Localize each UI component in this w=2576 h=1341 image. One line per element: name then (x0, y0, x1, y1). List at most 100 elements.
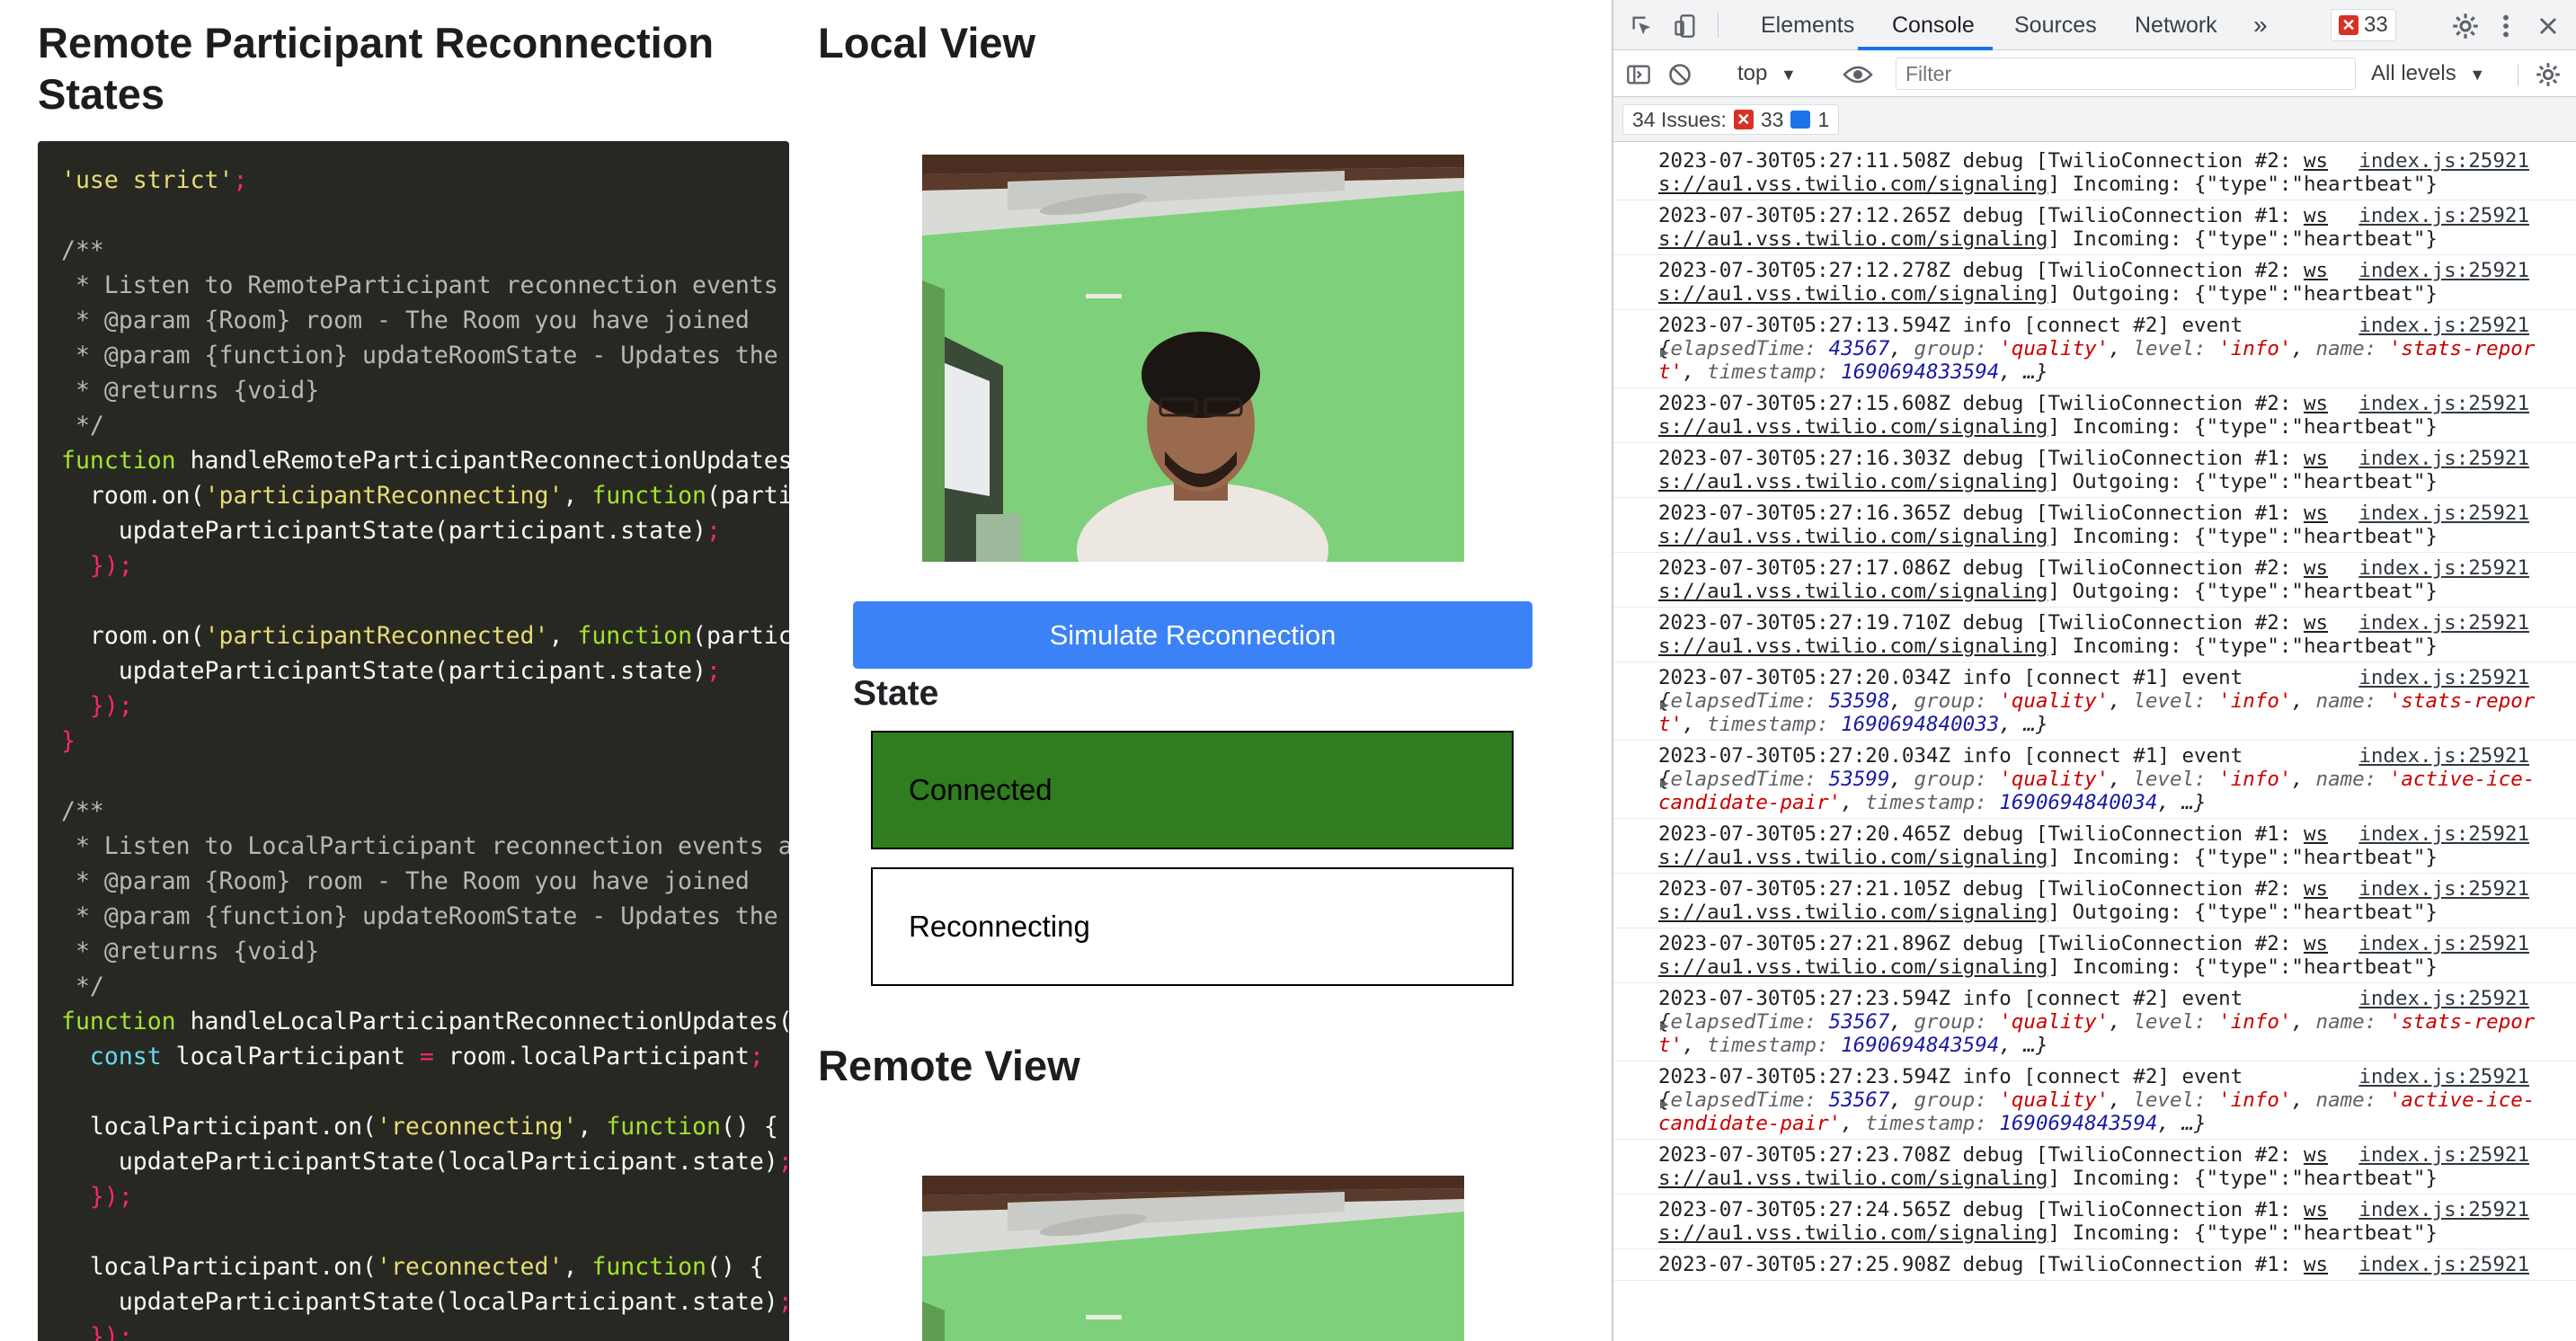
console-line: t', timestamp: 1690694843594, …} (1658, 1034, 2576, 1057)
console-text: 2023-07-30T05:27:15.608Z debug [TwilioCo… (1658, 392, 2304, 415)
console-line: s://au1.vss.twilio.com/signaling] Incomi… (1658, 846, 2576, 869)
expand-triangle-icon[interactable]: ▶ (1660, 341, 1669, 364)
inspect-icon[interactable] (1626, 0, 1658, 50)
console-link[interactable]: s://au1.vss.twilio.com/signaling (1658, 635, 2047, 658)
console-text: 53599 (1828, 768, 1890, 791)
error-count-badge[interactable]: ✕ 33 (2331, 9, 2396, 41)
code-line: * @param {function} updateRoomState - Up… (61, 338, 789, 373)
console-link[interactable]: s://au1.vss.twilio.com/signaling (1658, 901, 2047, 924)
close-icon[interactable] (2532, 0, 2564, 50)
code-token: handleLocalParticipantReconnectionUpdate… (190, 1008, 789, 1035)
code-token: function (606, 1113, 721, 1141)
console-link[interactable]: ws (2304, 932, 2328, 955)
simulate-reconnection-button[interactable]: Simulate Reconnection (853, 601, 1532, 669)
console-link[interactable]: s://au1.vss.twilio.com/signaling (1658, 173, 2047, 196)
console-text: elapsedTime: (1670, 768, 1829, 791)
console-link[interactable]: ws (2304, 204, 2328, 227)
clear-icon[interactable] (1664, 49, 1696, 99)
console-link[interactable]: ws (2304, 259, 2328, 282)
console-link[interactable]: ws (2304, 1143, 2328, 1167)
tab-network[interactable]: Network (2135, 0, 2217, 50)
console-link[interactable]: s://au1.vss.twilio.com/signaling (1658, 282, 2047, 306)
console-text: , (2291, 1010, 2316, 1034)
console-text: ] Outgoing: {"type":"heartbeat"} (2047, 901, 2438, 924)
source-link[interactable]: index.js:25921 (2358, 744, 2529, 768)
console-text: name: (2315, 768, 2389, 791)
console-link[interactable]: s://au1.vss.twilio.com/signaling (1658, 1221, 2047, 1245)
code-token: .state) (606, 517, 706, 545)
console-text: elapsedTime: (1670, 1010, 1829, 1034)
console-text: ] Incoming: {"type":"heartbeat"} (2047, 846, 2438, 869)
source-link[interactable]: index.js:25921 (2358, 1143, 2529, 1167)
console-link[interactable]: s://au1.vss.twilio.com/signaling (1658, 227, 2047, 251)
expand-triangle-icon[interactable]: ▶ (1660, 1092, 1669, 1115)
console-text: ] Incoming: {"type":"heartbeat"} (2047, 173, 2438, 196)
source-link[interactable]: index.js:25921 (2358, 987, 2529, 1010)
source-link[interactable]: index.js:25921 (2358, 666, 2529, 689)
context-select[interactable]: top ▼ (1737, 58, 1797, 90)
console-link[interactable]: ws (2304, 447, 2328, 470)
console-link[interactable]: s://au1.vss.twilio.com/signaling (1658, 470, 2047, 493)
console-link[interactable]: ws (2304, 149, 2328, 173)
console-link[interactable]: ws (2304, 502, 2328, 525)
source-link[interactable]: index.js:25921 (2358, 259, 2529, 282)
issues-button[interactable]: 34 Issues: ✕ 33 1 (1622, 104, 1840, 135)
code-panel[interactable]: 'use strict'; /** * Listen to RemotePart… (38, 141, 789, 1341)
console-text: level: (2133, 337, 2219, 360)
expand-triangle-icon[interactable]: ▶ (1660, 771, 1669, 795)
code-token: localParticipant (175, 1043, 420, 1070)
eye-icon[interactable] (1838, 49, 1878, 99)
source-link[interactable]: index.js:25921 (2358, 1198, 2529, 1221)
log-levels-select[interactable]: All levels ▼ (2371, 58, 2485, 90)
code-title-line-2: States (38, 70, 165, 118)
code-line: updateParticipantState(localParticipant.… (61, 1284, 789, 1319)
source-link[interactable]: index.js:25921 (2358, 149, 2529, 173)
device-toggle-icon[interactable] (1669, 0, 1701, 50)
source-link[interactable]: index.js:25921 (2358, 611, 2529, 635)
filter-input[interactable] (1896, 58, 2356, 90)
code-token: }); (61, 552, 133, 580)
console-link[interactable]: s://au1.vss.twilio.com/signaling (1658, 525, 2047, 548)
console-text: , (2109, 1010, 2134, 1034)
tab-sources[interactable]: Sources (2014, 0, 2097, 50)
source-link[interactable]: index.js:25921 (2358, 822, 2529, 846)
source-link[interactable]: index.js:25921 (2358, 204, 2529, 227)
console-link[interactable]: ws (2304, 1253, 2328, 1276)
source-link[interactable]: index.js:25921 (2358, 877, 2529, 901)
source-link[interactable]: index.js:25921 (2358, 1253, 2529, 1276)
source-link[interactable]: index.js:25921 (2358, 447, 2529, 470)
sidebar-icon[interactable] (1622, 49, 1655, 99)
more-tabs-button[interactable]: » (2253, 0, 2268, 50)
source-link[interactable]: index.js:25921 (2358, 502, 2529, 525)
console-link[interactable]: s://au1.vss.twilio.com/signaling (1658, 846, 2047, 869)
console-link[interactable]: s://au1.vss.twilio.com/signaling (1658, 955, 2047, 979)
console-log[interactable]: 2023-07-30T05:27:11.508Z debug [TwilioCo… (1613, 146, 2576, 1281)
expand-triangle-icon[interactable]: ▶ (1660, 693, 1669, 716)
console-link[interactable]: ws (2304, 556, 2328, 580)
console-link[interactable]: ws (2304, 822, 2328, 846)
console-link[interactable]: s://au1.vss.twilio.com/signaling (1658, 1167, 2047, 1190)
more-vert-icon[interactable] (2492, 0, 2519, 50)
console-line: candidate-pair', timestamp: 169069484359… (1658, 1112, 2576, 1135)
code-token: , (563, 1253, 592, 1281)
state-title: State (853, 674, 939, 713)
console-link[interactable]: s://au1.vss.twilio.com/signaling (1658, 415, 2047, 439)
source-link[interactable]: index.js:25921 (2358, 392, 2529, 415)
console-link[interactable]: ws (2304, 1198, 2328, 1221)
source-link[interactable]: index.js:25921 (2358, 932, 2529, 955)
console-link[interactable]: ws (2304, 392, 2328, 415)
source-link[interactable]: index.js:25921 (2358, 1065, 2529, 1088)
console-link[interactable]: ws (2304, 611, 2328, 635)
expand-triangle-icon[interactable]: ▶ (1660, 1014, 1669, 1037)
gear-icon[interactable] (2530, 49, 2566, 99)
settings-icon[interactable] (2449, 0, 2482, 50)
console-link[interactable]: s://au1.vss.twilio.com/signaling (1658, 580, 2047, 603)
console-text: 1690694840033 (1841, 713, 2000, 736)
tab-console[interactable]: Console (1892, 0, 1975, 50)
source-link[interactable]: index.js:25921 (2358, 556, 2529, 580)
source-link[interactable]: index.js:25921 (2358, 314, 2529, 337)
console-text: name: (2315, 337, 2389, 360)
console-link[interactable]: ws (2304, 877, 2328, 901)
tab-elements[interactable]: Elements (1761, 0, 1854, 50)
